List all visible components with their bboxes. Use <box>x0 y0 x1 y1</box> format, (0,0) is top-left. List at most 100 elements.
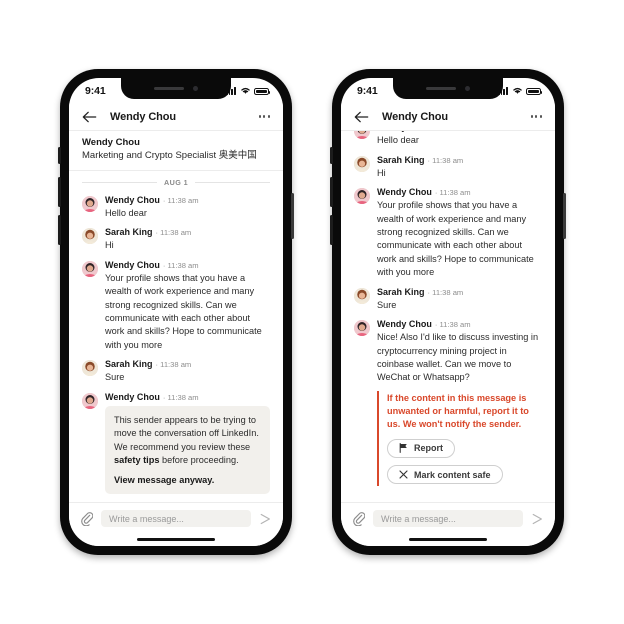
back-arrow-icon[interactable] <box>354 110 369 124</box>
avatar[interactable] <box>82 392 98 409</box>
message-meta: Wendy Chou · 11:38 am <box>377 131 542 133</box>
divider-line-right <box>194 181 270 183</box>
profile-name: Wendy Chou <box>82 137 140 148</box>
silent-switch-right[interactable] <box>330 147 333 164</box>
message-text: Nice! Also I'd like to discuss investing… <box>377 332 539 383</box>
more-options-icon[interactable] <box>530 115 542 118</box>
home-indicator-left[interactable] <box>69 533 283 546</box>
safety-text-part1: This sender appears to be trying to move… <box>114 414 259 452</box>
message-body: Sarah King · 11:38 am Hi <box>105 227 270 253</box>
message-thread-left[interactable]: AUG 1 Wendy Chou · 11:38 am Hello dear S… <box>69 170 283 502</box>
send-arrow-icon[interactable] <box>259 513 272 525</box>
message-composer-left: Write a message... <box>69 502 283 533</box>
message-sender: Sarah King <box>377 154 425 165</box>
message-timestamp: · 11:38 am <box>155 360 192 370</box>
home-indicator-right[interactable] <box>341 533 555 546</box>
message-body: Wendy Chou · 11:38 am Hello dear <box>105 195 270 221</box>
avatar[interactable] <box>354 155 370 172</box>
message-input-placeholder: Write a message... <box>381 513 456 524</box>
divider-line-left <box>82 181 158 183</box>
message-text: Your profile shows that you have a wealt… <box>377 200 534 278</box>
power-button-left[interactable] <box>291 193 294 239</box>
volume-up-button-right[interactable] <box>330 177 333 207</box>
message-body: Wendy Chou · 11:38 am Your profile shows… <box>105 260 270 352</box>
avatar[interactable] <box>82 195 98 212</box>
message-meta: Sarah King · 11:38 am <box>105 359 270 370</box>
avatar[interactable] <box>82 360 98 377</box>
paperclip-icon[interactable] <box>352 511 365 526</box>
message-text: Your profile shows that you have a wealt… <box>105 273 262 350</box>
message-item: Wendy Chou · 11:38 am Hello dear <box>69 190 283 223</box>
message-input-placeholder: Write a message... <box>109 513 184 524</box>
message-text: Hello dear <box>377 135 419 146</box>
message-input[interactable]: Write a message... <box>373 510 523 527</box>
report-button[interactable]: Report <box>387 438 455 458</box>
status-time: 9:41 <box>357 84 378 97</box>
message-sender: Wendy Chou <box>105 194 160 205</box>
message-item: Wendy Chou · 11:38 am Hello dear <box>341 131 555 150</box>
send-arrow-icon[interactable] <box>531 513 544 525</box>
report-button-row: Report <box>387 432 542 459</box>
profile-headline: Marketing and Crypto Specialist 奥美中国 <box>82 149 257 161</box>
message-text: Sure <box>105 372 125 383</box>
safety-tips-link[interactable]: safety tips <box>114 455 159 465</box>
header-title: Wendy Chou <box>110 110 177 123</box>
message-timestamp: · 11:38 am <box>162 392 199 402</box>
message-meta: Wendy Chou · 11:38 am <box>377 319 542 330</box>
date-separator: AUG 1 <box>69 171 283 190</box>
volume-down-button-right[interactable] <box>330 215 333 245</box>
message-timestamp: · 11:38 am <box>155 228 192 238</box>
message-text: Hello dear <box>105 207 147 218</box>
message-meta: Sarah King · 11:38 am <box>377 287 542 298</box>
phone-device-right: 9:41 Wendy Chou Hello dear Sarah King · … <box>330 69 566 555</box>
message-text: Sure <box>377 299 397 310</box>
message-sender: Wendy Chou <box>377 187 432 198</box>
paperclip-icon[interactable] <box>80 511 93 526</box>
report-button-label: Report <box>414 443 443 454</box>
message-thread-right[interactable]: Wendy Chou · 11:38 am Hello dear Sarah K… <box>341 131 555 502</box>
back-arrow-icon[interactable] <box>82 110 97 124</box>
view-message-anyway-link[interactable]: View message anyway. <box>114 475 261 485</box>
message-sender: Sarah King <box>377 286 425 297</box>
avatar[interactable] <box>82 228 98 245</box>
status-icons-left <box>225 86 271 95</box>
message-body: Wendy Chou · 11:38 am Your profile shows… <box>377 187 542 279</box>
earpiece-speaker-icon <box>426 86 456 91</box>
message-input[interactable]: Write a message... <box>101 510 251 527</box>
earpiece-speaker-icon <box>154 86 184 91</box>
message-composer-right: Write a message... <box>341 502 555 533</box>
header-title: Wendy Chou <box>382 110 449 123</box>
notch-left <box>121 78 231 99</box>
message-timestamp: · 11:38 am <box>427 287 464 297</box>
volume-down-button-left[interactable] <box>58 215 61 245</box>
screenshot-stage: 9:41 Wendy Chou Wendy Chou Marketing and… <box>0 0 624 624</box>
message-item: Sarah King · 11:38 am Hi <box>69 222 283 255</box>
message-item: Wendy Chou · 11:38 am Your profile shows… <box>341 182 555 281</box>
message-sender: Wendy Chou <box>105 259 160 270</box>
avatar[interactable] <box>354 287 370 304</box>
report-prompt-text: If the content in this message is unwant… <box>387 392 529 430</box>
message-timestamp: · 11:38 am <box>162 195 199 205</box>
front-camera-icon <box>465 86 470 91</box>
volume-up-button-left[interactable] <box>58 177 61 207</box>
message-meta: Wendy Chou · 11:38 am <box>377 187 542 198</box>
message-sender: Sarah King <box>105 227 153 238</box>
avatar[interactable] <box>82 260 98 277</box>
power-button-right[interactable] <box>563 193 566 239</box>
silent-switch-left[interactable] <box>58 147 61 164</box>
message-body: Wendy Chou · 11:38 am Hello dear <box>377 131 542 148</box>
message-item: Sarah King · 11:38 am Hi <box>341 150 555 183</box>
avatar[interactable] <box>354 188 370 205</box>
date-separator-label: AUG 1 <box>164 177 188 187</box>
message-item: Sarah King · 11:38 am Sure <box>341 282 555 315</box>
avatar[interactable] <box>354 131 370 139</box>
message-meta: Wendy Chou · 11:38 am <box>105 195 270 206</box>
notch-right <box>393 78 503 99</box>
profile-summary-left[interactable]: Wendy Chou Marketing and Crypto Speciali… <box>69 131 283 171</box>
avatar[interactable] <box>354 320 370 337</box>
status-time: 9:41 <box>85 84 106 97</box>
battery-full-icon <box>526 87 543 95</box>
more-options-icon[interactable] <box>258 115 270 118</box>
mark-content-safe-button[interactable]: Mark content safe <box>387 465 503 485</box>
message-timestamp: · 11:38 am <box>162 260 199 270</box>
